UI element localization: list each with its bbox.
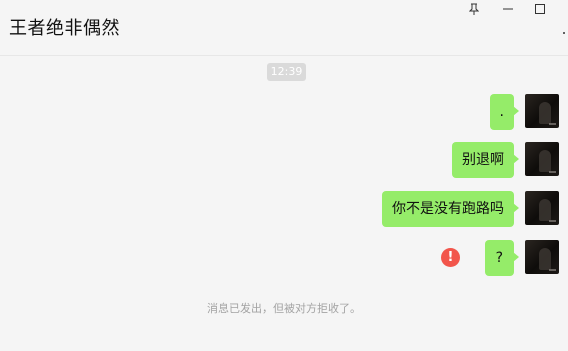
avatar[interactable] <box>525 191 559 225</box>
avatar[interactable] <box>525 94 559 128</box>
minimize-icon <box>503 8 513 10</box>
maximize-icon <box>535 4 545 14</box>
avatar[interactable] <box>525 240 559 274</box>
minimize-button[interactable] <box>494 0 522 18</box>
message-bubble[interactable]: 你不是没有跑路吗 <box>382 191 519 227</box>
message-bubble[interactable]: 别退啊 <box>452 142 519 178</box>
message-bubble[interactable]: ? <box>484 240 520 276</box>
system-notice: 消息已发出，但被对方拒收了。 <box>207 302 361 315</box>
message-row: ! ? <box>439 240 559 276</box>
message-bubble[interactable]: . <box>489 94 520 130</box>
pin-icon <box>469 3 479 15</box>
maximize-button[interactable] <box>526 0 554 18</box>
more-options-icon[interactable] <box>563 32 565 34</box>
title-bar: 王者绝非偶然 <box>0 0 568 56</box>
message-row: 你不是没有跑路吗 <box>339 191 559 227</box>
chat-title: 王者绝非偶然 <box>9 18 120 39</box>
send-failed-icon[interactable]: ! <box>441 248 460 267</box>
message-row: . <box>409 94 559 130</box>
pin-button[interactable] <box>460 0 488 18</box>
message-timestamp: 12:39 <box>267 63 306 81</box>
message-row: 别退啊 <box>409 142 559 178</box>
avatar[interactable] <box>525 142 559 176</box>
chat-window: 王者绝非偶然 12:39 . 别退啊 你不是没有跑路吗 ! ? 消息已发出，但被… <box>0 0 568 351</box>
